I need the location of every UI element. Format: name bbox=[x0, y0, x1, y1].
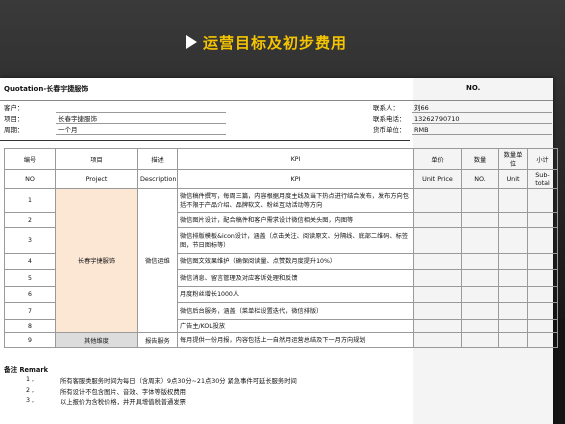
remark-title: 备注 Remark bbox=[4, 366, 48, 374]
kpi-cell: 月度粉丝增长1000人 bbox=[177, 286, 414, 303]
kpi-cell: 微信稿件撰写，每周三篇，内容根据月度主线及当下热点进行结合发布，发布方向包括不限… bbox=[177, 188, 414, 213]
underline bbox=[412, 123, 552, 124]
header-cell: 数量 bbox=[461, 148, 499, 170]
divider bbox=[0, 140, 410, 141]
remark-text: 所有客服类服务时间为每日（含周末）9点30分~21点30分 紧急事件可延长服务时… bbox=[60, 378, 297, 385]
table-header-en: NO Project Description KPI Unit Price NO… bbox=[4, 169, 558, 189]
kpi-cell: 广告主/KOL投放 bbox=[177, 319, 414, 333]
row-no: 3 bbox=[4, 227, 56, 254]
period-value: 一个月 bbox=[58, 126, 78, 134]
contact-label: 联系人： bbox=[373, 104, 399, 112]
row-no: 1 bbox=[4, 188, 56, 213]
contact-value: 刘66 bbox=[414, 104, 429, 112]
header-cell: KPI bbox=[177, 148, 414, 170]
project-cell: 长春宇捷服饰 bbox=[55, 188, 138, 333]
document-no-label: NO. bbox=[466, 84, 481, 92]
row-no: 2 bbox=[4, 212, 56, 228]
underline bbox=[56, 123, 226, 124]
kpi-cell: 微信图片设计，配合稿件和客户需求设计微信相关头图，内图等 bbox=[177, 212, 414, 228]
currency-value: RMB bbox=[414, 126, 429, 134]
row-no: 6 bbox=[4, 286, 56, 303]
divider bbox=[0, 100, 553, 101]
quotation-table: 编号 项目 描述 KPI 单价 数量 数量单位 小计 NO Project De… bbox=[4, 148, 558, 348]
row-no: 9 bbox=[4, 332, 56, 348]
header-cell: 编号 bbox=[4, 148, 56, 170]
remark-text: 以上报价为含税价格，并开具增值税普通发票 bbox=[60, 399, 186, 406]
phone-label: 联系电话： bbox=[373, 115, 406, 123]
kpi-cell: 微信图文效果维护（确保阅读量、点赞数月度提升10%） bbox=[177, 253, 414, 270]
underline bbox=[56, 112, 226, 113]
remark-text: 所有设计不包含图片、音效、字体等版权费用 bbox=[60, 389, 186, 396]
client-label: 客户： bbox=[4, 104, 24, 112]
kpi-cell: 微信排版模板&icon设计，涵盖（点击关注、阅读原文、分隔线、底部二维码、标签图… bbox=[177, 227, 414, 254]
play-arrow-icon bbox=[186, 35, 197, 49]
underline bbox=[412, 134, 552, 135]
header-cell: Description bbox=[137, 169, 178, 189]
row-no: 4 bbox=[4, 253, 56, 270]
kpi-cell: 微信后台服务，涵盖（菜单栏设置迭代，微信排版） bbox=[177, 302, 414, 320]
page-header: 运营目标及初步费用 bbox=[186, 30, 347, 54]
phone-value: 13262790710 bbox=[414, 115, 460, 123]
kpi-cell: 每月提供一份月报，内容包括上一自然月运营总结及下一月方向规划 bbox=[177, 332, 414, 348]
header-cell: Unit Price bbox=[413, 169, 462, 189]
header-cell: 单价 bbox=[413, 148, 462, 170]
description-cell: 报告服务 bbox=[137, 332, 178, 348]
row-no: 7 bbox=[4, 302, 56, 320]
remark-num: 1 , bbox=[26, 376, 35, 383]
row-no: 5 bbox=[4, 269, 56, 287]
header-cell: 描述 bbox=[137, 148, 178, 170]
remark-num: 2 , bbox=[26, 387, 35, 394]
header-cell: Unit bbox=[498, 169, 528, 189]
header-cell: KPI bbox=[177, 169, 414, 189]
kpi-cell: 微信消息、留言管理及对应客诉处理和反馈 bbox=[177, 269, 414, 287]
project-cell: 其他维度 bbox=[55, 332, 138, 348]
currency-label: 货币单位： bbox=[373, 126, 406, 134]
row-no: 8 bbox=[4, 319, 56, 333]
table-header-cn: 编号 项目 描述 KPI 单价 数量 数量单位 小计 bbox=[4, 148, 558, 170]
header-cell: Sub-total bbox=[527, 169, 558, 189]
underline bbox=[412, 112, 552, 113]
header-cell: 项目 bbox=[55, 148, 138, 170]
header-cell: NO bbox=[4, 169, 56, 189]
header-cell: Project bbox=[55, 169, 138, 189]
description-cell: 微信运维 bbox=[137, 188, 178, 333]
document-title: Quotation-长春宇捷服饰 bbox=[4, 85, 89, 93]
project-label: 项目： bbox=[4, 115, 24, 123]
page-title: 运营目标及初步费用 bbox=[203, 33, 348, 52]
table-row: 1 长春宇捷服饰 微信运维 微信稿件撰写，每周三篇，内容根据月度主线及当下热点进… bbox=[4, 188, 558, 333]
remark-num: 3 , bbox=[26, 397, 35, 404]
project-value: 长春宇捷服饰 bbox=[58, 115, 97, 123]
period-label: 周期： bbox=[4, 126, 24, 134]
header-cell: NO. bbox=[461, 169, 499, 189]
table-row: 9 其他维度 报告服务 每月提供一份月报，内容包括上一自然月运营总结及下一月方向… bbox=[4, 332, 558, 348]
header-cell: 数量单位 bbox=[498, 148, 528, 170]
quotation-sheet: Quotation-长春宇捷服饰 NO. 客户： 项目： 长春宇捷服饰 周期： … bbox=[0, 78, 558, 424]
underline bbox=[56, 134, 226, 135]
header-cell: 小计 bbox=[527, 148, 558, 170]
